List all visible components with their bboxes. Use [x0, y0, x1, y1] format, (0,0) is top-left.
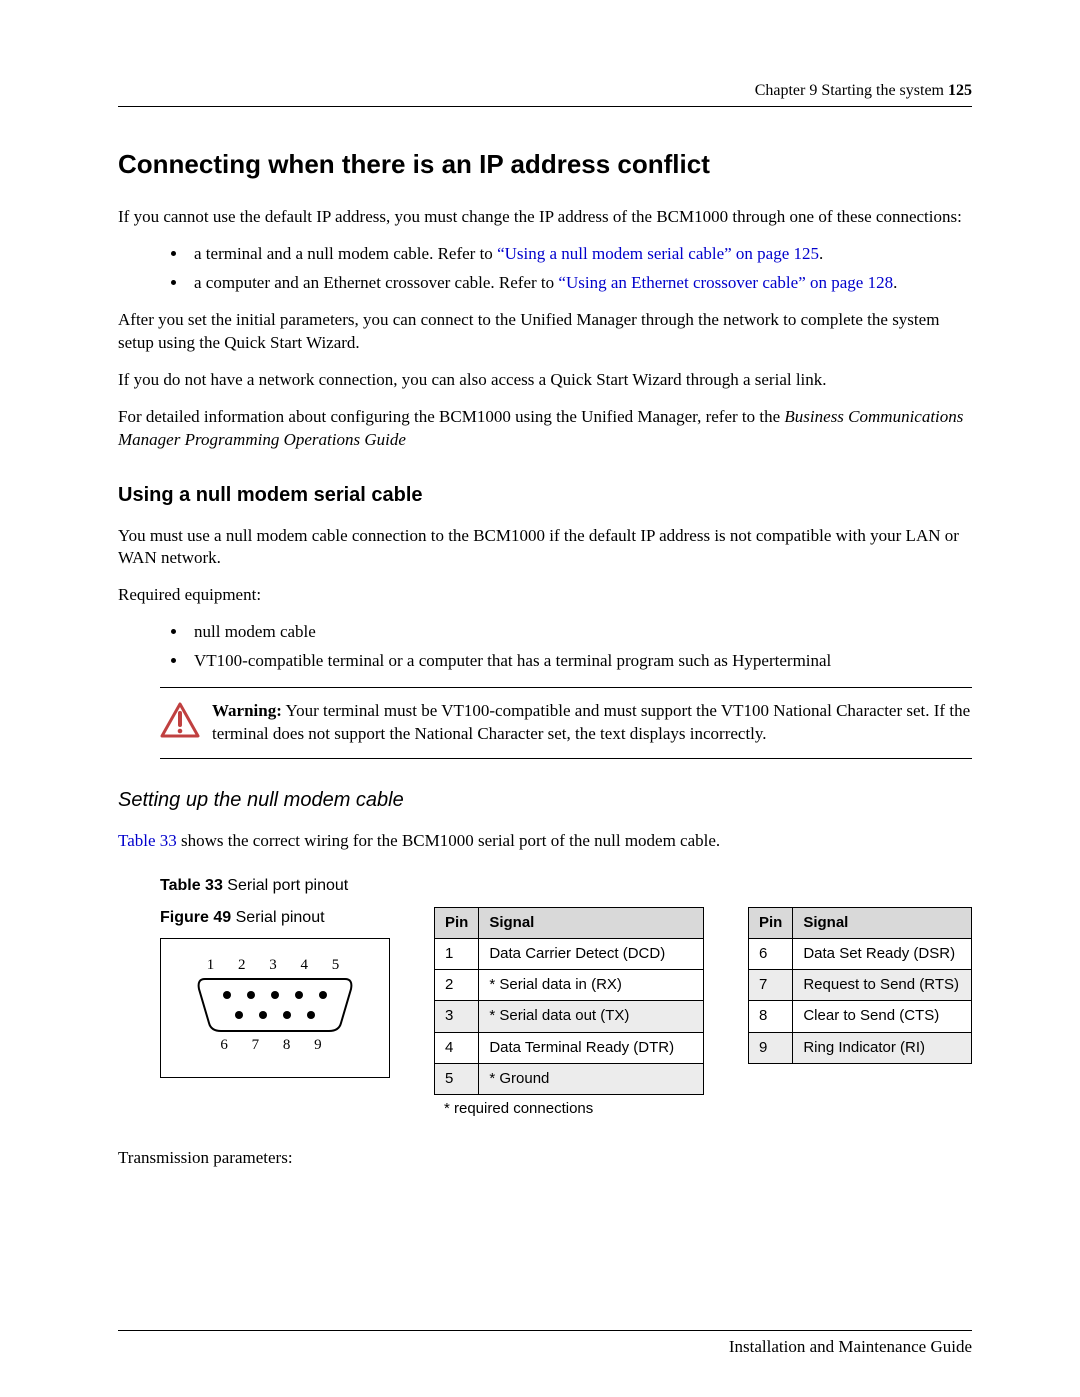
cell: 6	[749, 938, 793, 969]
table-header: Signal	[793, 907, 972, 938]
text: .	[893, 273, 897, 292]
text: shows the correct wiring for the BCM1000…	[177, 831, 720, 850]
table-row: 1Data Carrier Detect (DCD)	[435, 938, 704, 969]
cell: * Serial data out (TX)	[479, 1001, 704, 1032]
footer-rule	[118, 1330, 972, 1331]
cell: 7	[749, 970, 793, 1001]
warning-icon	[160, 700, 212, 746]
cell: Request to Send (RTS)	[793, 970, 972, 1001]
footer-text: Installation and Maintenance Guide	[118, 1337, 972, 1357]
serial-connector-figure: 1 2 3 4 5 6 7 8 9	[160, 938, 390, 1078]
figure-caption: Figure 49 Serial pinout	[160, 907, 390, 929]
table-header: Pin	[749, 907, 793, 938]
db9-connector-icon	[195, 977, 355, 1033]
cell: 5	[435, 1063, 479, 1094]
table-caption: Table 33 Serial port pinout	[160, 875, 972, 897]
intro-paragraph: If you cannot use the default IP address…	[118, 206, 972, 229]
table-header: Signal	[479, 907, 704, 938]
text: For detailed information about configuri…	[118, 407, 780, 426]
warning-block: Warning: Your terminal must be VT100-com…	[160, 700, 972, 746]
warning-text: Warning: Your terminal must be VT100-com…	[212, 700, 972, 746]
header-rule	[118, 106, 972, 107]
figure-number: Figure 49	[160, 909, 231, 926]
cell: * Serial data in (RX)	[479, 970, 704, 1001]
pinout-table-left-wrap: Pin Signal 1Data Carrier Detect (DCD) 2*…	[434, 907, 704, 1120]
subsubsection-title: Setting up the null modem cable	[118, 787, 972, 814]
paragraph: You must use a null modem cable connecti…	[118, 525, 972, 571]
paragraph: Table 33 shows the correct wiring for th…	[118, 830, 972, 853]
cell: * Ground	[479, 1063, 704, 1094]
page-footer: Installation and Maintenance Guide	[118, 1330, 972, 1357]
required-equipment-list: null modem cable VT100-compatible termin…	[118, 621, 972, 673]
transmission-parameters-label: Transmission parameters:	[118, 1147, 972, 1170]
xref-link[interactable]: “Using an Ethernet crossover cable” on p…	[558, 273, 893, 292]
cell: Data Terminal Ready (DTR)	[479, 1032, 704, 1063]
warning-label: Warning:	[212, 701, 282, 720]
cell: 2	[435, 970, 479, 1001]
text: .	[819, 244, 823, 263]
table-row: 8Clear to Send (CTS)	[749, 1001, 972, 1032]
cell: 4	[435, 1032, 479, 1063]
list-item: VT100-compatible terminal or a computer …	[188, 650, 972, 673]
table-title: Serial port pinout	[223, 877, 348, 894]
connection-options-list: a terminal and a null modem cable. Refer…	[118, 243, 972, 295]
divider	[160, 687, 972, 688]
table-footnote: * required connections	[434, 1095, 704, 1119]
table-row: 7Request to Send (RTS)	[749, 970, 972, 1001]
cell: 9	[749, 1032, 793, 1063]
cell: Data Carrier Detect (DCD)	[479, 938, 704, 969]
pin-row-bottom: 6 7 8 9	[161, 1035, 389, 1055]
table-row: 9Ring Indicator (RI)	[749, 1032, 972, 1063]
pinout-section: Figure 49 Serial pinout 1 2 3 4 5 6 7 8 …	[160, 907, 972, 1120]
table-row: 2* Serial data in (RX)	[435, 970, 704, 1001]
running-header: Chapter 9 Starting the system 125	[118, 82, 972, 100]
figure-column: Figure 49 Serial pinout 1 2 3 4 5 6 7 8 …	[160, 907, 390, 1079]
table-number: Table 33	[160, 877, 223, 894]
pinout-table-left: Pin Signal 1Data Carrier Detect (DCD) 2*…	[434, 907, 704, 1096]
xref-link[interactable]: “Using a null modem serial cable” on pag…	[497, 244, 819, 263]
divider	[160, 758, 972, 759]
page-number: 125	[948, 82, 972, 99]
required-equipment-label: Required equipment:	[118, 584, 972, 607]
cell: 8	[749, 1001, 793, 1032]
pin-row-top: 1 2 3 4 5	[161, 955, 389, 975]
text: a computer and an Ethernet crossover cab…	[194, 273, 558, 292]
section-title: Connecting when there is an IP address c…	[118, 149, 972, 180]
text: a terminal and a null modem cable. Refer…	[194, 244, 497, 263]
cell: Data Set Ready (DSR)	[793, 938, 972, 969]
pinout-table-right: Pin Signal 6Data Set Ready (DSR) 7Reques…	[748, 907, 972, 1064]
cell: Clear to Send (CTS)	[793, 1001, 972, 1032]
list-item: a terminal and a null modem cable. Refer…	[188, 243, 972, 266]
paragraph: After you set the initial parameters, yo…	[118, 309, 972, 355]
list-item: a computer and an Ethernet crossover cab…	[188, 272, 972, 295]
text: Your terminal must be VT100-compatible a…	[212, 701, 970, 743]
paragraph: If you do not have a network connection,…	[118, 369, 972, 392]
table-row: 4Data Terminal Ready (DTR)	[435, 1032, 704, 1063]
subsection-title: Using a null modem serial cable	[118, 482, 972, 509]
cell: 3	[435, 1001, 479, 1032]
table-row: 3* Serial data out (TX)	[435, 1001, 704, 1032]
xref-link[interactable]: Table 33	[118, 831, 177, 850]
paragraph: For detailed information about configuri…	[118, 406, 972, 452]
cell: 1	[435, 938, 479, 969]
table-row: 5* Ground	[435, 1063, 704, 1094]
cell: Ring Indicator (RI)	[793, 1032, 972, 1063]
chapter-label: Chapter 9 Starting the system	[755, 82, 944, 99]
table-header: Pin	[435, 907, 479, 938]
figure-title: Serial pinout	[231, 909, 324, 926]
list-item: null modem cable	[188, 621, 972, 644]
table-row: 6Data Set Ready (DSR)	[749, 938, 972, 969]
